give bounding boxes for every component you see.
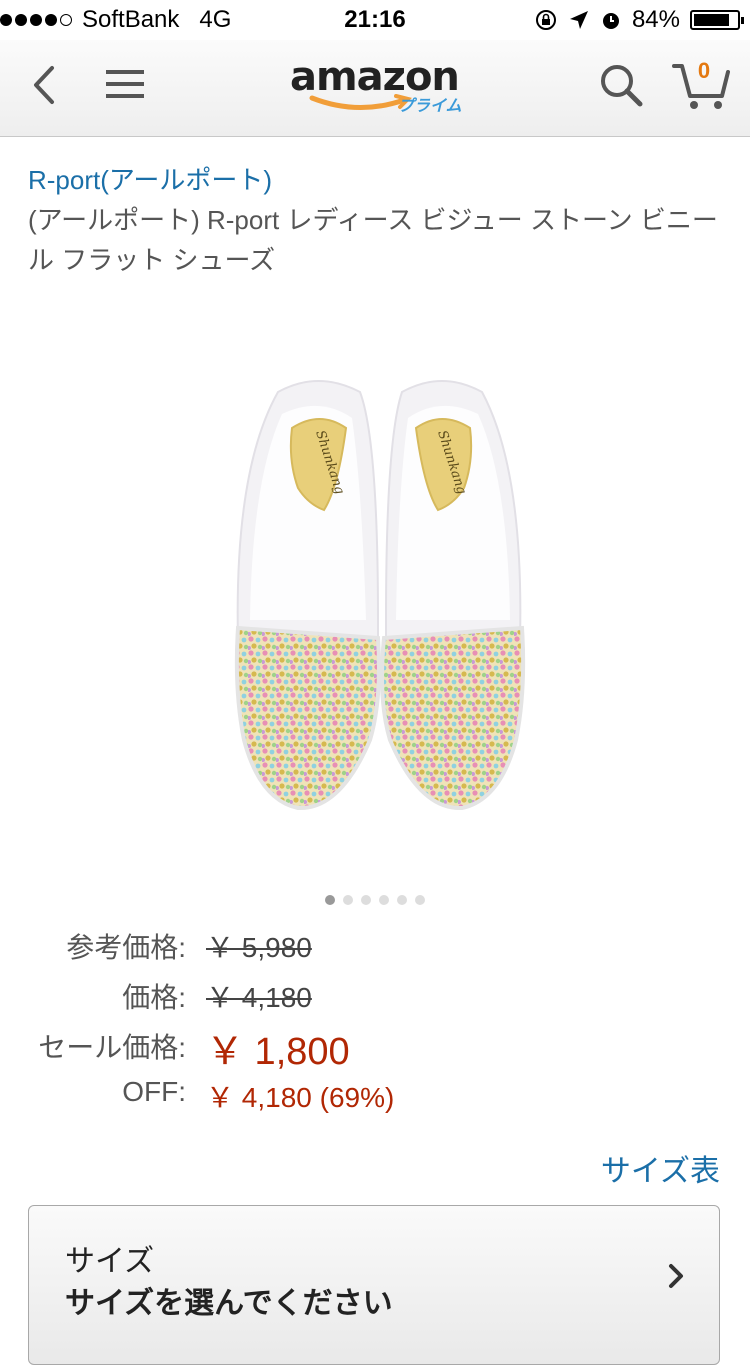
size-selector-value: サイズを選んでください	[65, 1287, 393, 1320]
menu-icon[interactable]	[104, 64, 148, 104]
cart-count-badge[interactable]: 0	[692, 58, 716, 84]
size-selector-button[interactable]: サイズ サイズを選んでください	[28, 1205, 720, 1365]
discount-value: ￥ 4,180 (69%)	[206, 1082, 395, 1113]
price-label: 価格:	[122, 982, 186, 1013]
pager-dot[interactable]	[361, 895, 371, 905]
reference-price-value: ￥ 5,980	[206, 932, 312, 963]
search-icon[interactable]	[598, 62, 644, 108]
pager-dot[interactable]	[415, 895, 425, 905]
pager-dot[interactable]	[325, 895, 335, 905]
battery-icon	[690, 10, 744, 30]
price-value: ￥ 4,180	[206, 982, 312, 1013]
discount-row: OFF: ￥ 4,180 (69%)	[0, 1074, 750, 1120]
brand-link[interactable]: R-port(アールポート)	[28, 160, 272, 197]
image-pager[interactable]	[0, 895, 750, 905]
sale-price-row: セール価格: ￥ 1,800	[0, 1020, 750, 1073]
orientation-lock-icon	[535, 10, 556, 30]
price-row: 価格: ￥ 4,180	[0, 974, 750, 1020]
reference-price-label: 参考価格:	[66, 932, 186, 963]
back-arrow-icon[interactable]	[26, 62, 66, 108]
navigation-bar: amazon プライム 0	[0, 40, 750, 137]
size-selector-label: サイズ	[65, 1245, 155, 1278]
product-image[interactable]: Shunkang Shunkang	[220, 370, 540, 840]
chevron-right-icon	[669, 1264, 683, 1288]
prime-label: プライム	[398, 98, 462, 115]
sale-price-value: ￥ 1,800	[206, 1031, 350, 1073]
amazon-logo[interactable]: amazon プライム	[290, 54, 470, 124]
left-slipper	[234, 380, 381, 811]
pager-dot[interactable]	[343, 895, 353, 905]
location-arrow-icon	[569, 11, 588, 29]
reference-price-row: 参考価格: ￥ 5,980	[0, 922, 750, 968]
pager-dot[interactable]	[379, 895, 389, 905]
alarm-icon	[602, 13, 619, 29]
product-title: (アールポート) R-port レディース ビジュー ストーン ビニール フラッ…	[28, 205, 718, 275]
pager-dot[interactable]	[397, 895, 407, 905]
size-chart-link[interactable]: サイズ表	[601, 1146, 720, 1190]
battery-percent: 84%	[631, 6, 680, 33]
discount-label: OFF:	[122, 1076, 186, 1107]
sale-price-label: セール価格:	[38, 1032, 186, 1063]
status-bar: SoftBank 4G 21:16 84%	[0, 0, 750, 40]
